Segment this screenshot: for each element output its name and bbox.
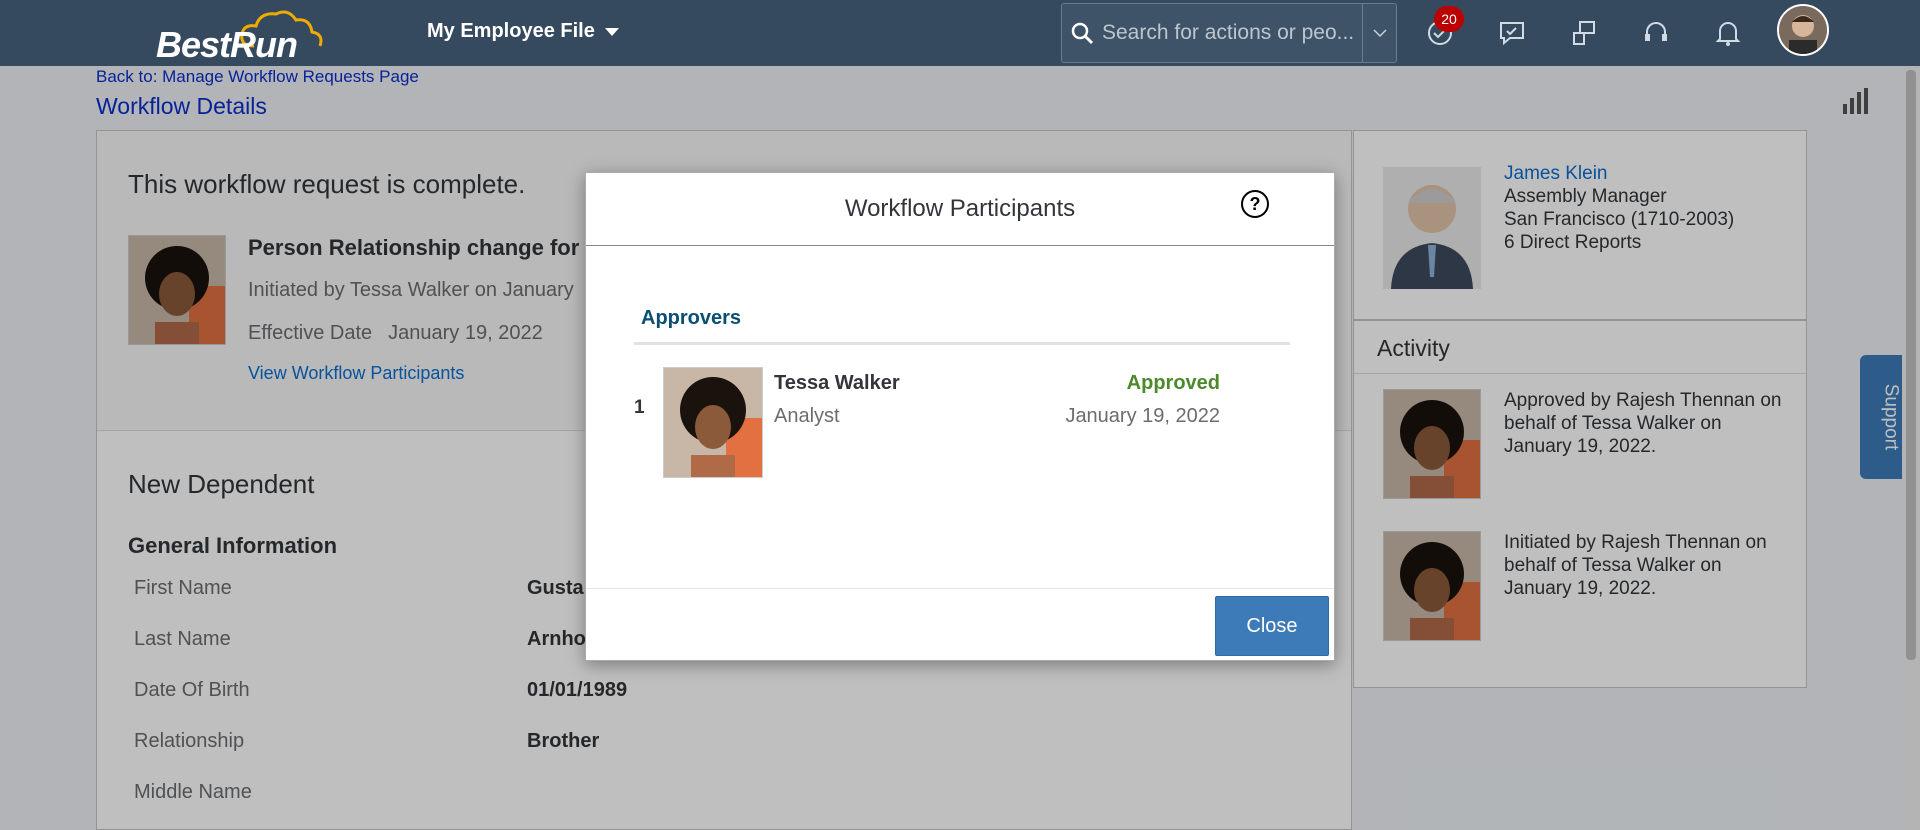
employee-file-menu[interactable]: My Employee File (427, 20, 619, 43)
participant-role: Analyst (774, 405, 840, 427)
headset-icon[interactable] (1638, 15, 1674, 51)
user-avatar[interactable] (1777, 4, 1829, 56)
participant-index: 1 (634, 397, 645, 418)
logo-text: BestRun (156, 24, 298, 65)
participant-avatar (663, 367, 763, 478)
divider (634, 342, 1290, 345)
search-icon[interactable] (1062, 4, 1102, 62)
notification-count-badge: 20 (1434, 6, 1464, 32)
chevron-down-icon (1372, 29, 1387, 38)
chat-icon[interactable] (1494, 15, 1530, 51)
participant-status: Approved (1126, 372, 1220, 394)
search-input[interactable] (1102, 4, 1362, 62)
participant-date: January 19, 2022 (1065, 405, 1220, 427)
bell-icon[interactable] (1710, 15, 1746, 51)
dialog-footer: Close (586, 588, 1334, 662)
bestrun-logo[interactable]: BestRun (152, 6, 342, 65)
org-chart-icon[interactable] (1566, 15, 1602, 51)
shell-bar: BestRun My Employee File 20 (0, 0, 1920, 66)
dialog-header: Workflow Participants ? (586, 173, 1334, 246)
global-search (1061, 3, 1397, 63)
dialog-title: Workflow Participants (844, 195, 1076, 222)
close-button[interactable]: Close (1215, 596, 1329, 656)
chevron-down-icon (604, 27, 619, 36)
participant-name: Tessa Walker (774, 372, 900, 394)
menu-title-label: My Employee File (427, 20, 595, 42)
help-icon[interactable]: ? (1241, 190, 1269, 218)
workflow-participants-dialog: Workflow Participants ? Approvers 1 Tess… (585, 172, 1335, 661)
search-scope-dropdown[interactable] (1362, 4, 1396, 62)
approvers-heading: Approvers (641, 307, 742, 329)
